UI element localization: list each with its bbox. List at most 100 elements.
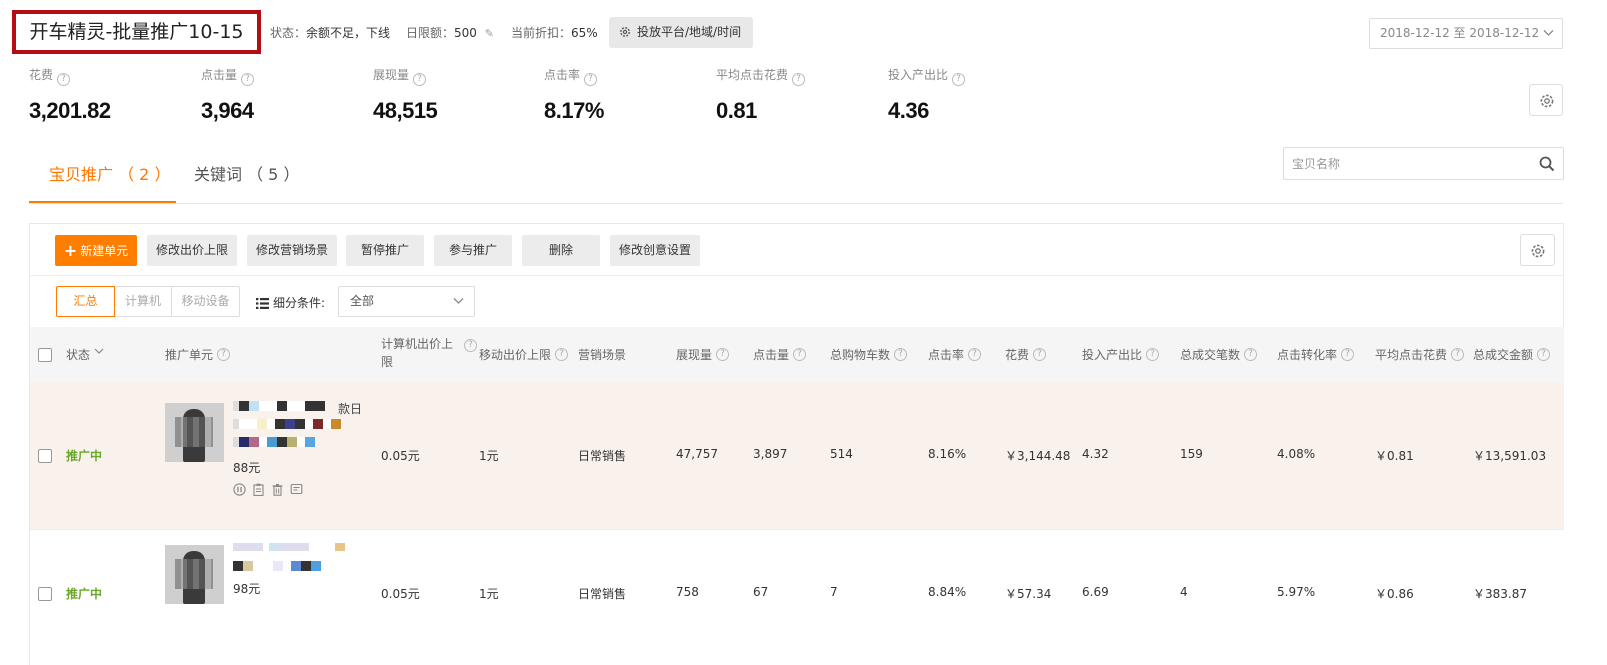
- chevron-down-icon: [453, 298, 464, 304]
- row-checkbox[interactable]: [38, 449, 52, 463]
- header-orders-label: 总成交笔数: [1180, 348, 1241, 362]
- delete-button[interactable]: 删除: [522, 235, 600, 266]
- date-range-value: 2018-12-12 至 2018-12-12: [1380, 26, 1540, 40]
- item-title-redacted: [233, 419, 341, 429]
- join-button[interactable]: 参与推广: [434, 235, 512, 266]
- search-input[interactable]: [1292, 148, 1532, 179]
- condition-select-value: 全部: [350, 294, 375, 308]
- row-cost: ￥3,144.48: [1005, 449, 1071, 463]
- item-title-redacted[interactable]: [233, 543, 345, 551]
- help-icon[interactable]: ?: [716, 348, 730, 361]
- message-icon[interactable]: [290, 483, 303, 496]
- new-unit-button[interactable]: + 新建单元: [55, 235, 137, 266]
- filter-bar: 汇总 计算机 移动设备 细分条件: 全部: [30, 276, 1564, 326]
- gear-icon: [1531, 244, 1545, 258]
- metric-clicks: 点击量? 3,964: [201, 66, 254, 124]
- pencil-icon[interactable]: ✎: [485, 27, 494, 40]
- row-checkbox[interactable]: [38, 587, 52, 601]
- row-roi: 6.69: [1082, 585, 1109, 599]
- tab-keywords[interactable]: 关键词 （ 5 ）: [194, 146, 299, 203]
- current-discount: 当前折扣：65%: [511, 24, 598, 41]
- row-mobile-bid[interactable]: 1元: [479, 585, 499, 602]
- daily-limit-value: 500: [454, 26, 477, 40]
- row-clicks: 67: [753, 585, 769, 599]
- select-all-checkbox[interactable]: [38, 348, 52, 362]
- row-status[interactable]: 推广中: [66, 447, 102, 464]
- row-cvr: 4.08%: [1277, 447, 1316, 461]
- platform-button-label: 投放平台/地域/时间: [637, 25, 742, 39]
- metric-value: 48,515: [373, 98, 438, 123]
- help-icon[interactable]: ?: [894, 348, 908, 361]
- daily-limit: 日限额：500 ✎: [406, 24, 494, 41]
- metric-value: 0.81: [716, 98, 757, 123]
- edit-scene-button[interactable]: 修改营销场景: [247, 235, 337, 266]
- segment-mobile[interactable]: 移动设备: [172, 287, 239, 316]
- help-icon[interactable]: ?: [1451, 348, 1465, 361]
- row-orders: 4: [1180, 585, 1188, 599]
- date-range-picker[interactable]: 2018-12-12 至 2018-12-12: [1369, 18, 1563, 49]
- help-icon[interactable]: ?: [1033, 348, 1047, 361]
- item-thumbnail[interactable]: [165, 545, 224, 604]
- header-pc-bid-label: 计算机出价上限: [381, 337, 454, 369]
- item-thumbnail[interactable]: [165, 403, 224, 462]
- clipboard-icon[interactable]: [252, 483, 265, 496]
- row-mobile-bid[interactable]: 1元: [479, 447, 499, 464]
- help-icon[interactable]: ?: [1146, 348, 1160, 361]
- help-icon[interactable]: ?: [217, 348, 231, 361]
- help-icon[interactable]: ?: [413, 73, 427, 86]
- tab-item-promotion[interactable]: 宝贝推广 （ 2 ）: [29, 146, 176, 203]
- edit-creative-button[interactable]: 修改创意设置: [610, 235, 700, 266]
- help-icon[interactable]: ?: [952, 73, 966, 86]
- edit-bid-limit-button[interactable]: 修改出价上限: [147, 235, 237, 266]
- row-cvr: 5.97%: [1277, 585, 1316, 599]
- header-cost: 花费?: [1005, 327, 1047, 382]
- trash-icon[interactable]: [271, 483, 284, 496]
- help-icon[interactable]: ?: [57, 73, 71, 86]
- platform-region-time-button[interactable]: 投放平台/地域/时间: [609, 17, 753, 48]
- header-clicks-label: 点击量: [753, 348, 790, 362]
- segment-summary[interactable]: 汇总: [56, 286, 115, 317]
- help-icon[interactable]: ?: [792, 73, 806, 86]
- header-status-label: 状态: [66, 348, 91, 362]
- segment-computer[interactable]: 计算机: [115, 287, 172, 316]
- metrics-settings-button[interactable]: [1529, 84, 1563, 116]
- help-icon[interactable]: ?: [241, 73, 255, 86]
- metric-cost: 花费? 3,201.82: [29, 66, 111, 124]
- header-cart: 总购物车数?: [830, 327, 908, 382]
- item-title-redacted: [233, 437, 315, 447]
- row-status[interactable]: 推广中: [66, 585, 102, 602]
- header-cpc-label: 平均点击花费: [1375, 348, 1448, 362]
- row-ctr: 8.16%: [928, 447, 967, 461]
- table-row: 推广中 98元 0.05元 1元 日常销售 758 67 7 8.84% ￥57…: [30, 529, 1564, 665]
- table-header: 状态 推广单元? 计算机出价上限? 移动出价上限? 营销场景 展现量? 点击量?…: [30, 327, 1564, 382]
- chevron-down-icon: [94, 348, 104, 354]
- pause-button[interactable]: 暂停推广: [346, 235, 424, 266]
- help-icon[interactable]: ?: [584, 73, 598, 86]
- header-cvr-label: 点击转化率: [1277, 348, 1338, 362]
- condition-label-text: 细分条件:: [273, 296, 326, 310]
- item-title-redacted: [233, 561, 321, 571]
- row-pc-bid[interactable]: 0.05元: [381, 585, 420, 602]
- device-segment: 汇总 计算机 移动设备: [56, 286, 240, 317]
- metric-label: 投入产出比: [888, 68, 949, 82]
- help-icon[interactable]: ?: [968, 348, 982, 361]
- help-icon[interactable]: ?: [555, 348, 569, 361]
- help-icon[interactable]: ?: [464, 339, 477, 352]
- row-pc-bid[interactable]: 0.05元: [381, 447, 420, 464]
- row-gmv: ￥383.87: [1473, 587, 1527, 601]
- header-orders: 总成交笔数?: [1180, 327, 1258, 382]
- search-icon[interactable]: [1539, 156, 1555, 172]
- help-icon[interactable]: ?: [1341, 348, 1355, 361]
- condition-select[interactable]: 全部: [338, 286, 475, 317]
- plus-icon: +: [63, 241, 78, 260]
- item-title-redacted[interactable]: [233, 401, 325, 411]
- header-status[interactable]: 状态: [66, 327, 104, 382]
- help-icon[interactable]: ?: [1537, 348, 1551, 361]
- help-icon[interactable]: ?: [793, 348, 807, 361]
- row-impressions: 758: [676, 585, 699, 599]
- table-settings-button[interactable]: [1520, 234, 1555, 266]
- help-icon[interactable]: ?: [1244, 348, 1258, 361]
- list-icon: [256, 298, 269, 309]
- row-clicks: 3,897: [753, 447, 788, 461]
- pause-icon[interactable]: [233, 483, 246, 496]
